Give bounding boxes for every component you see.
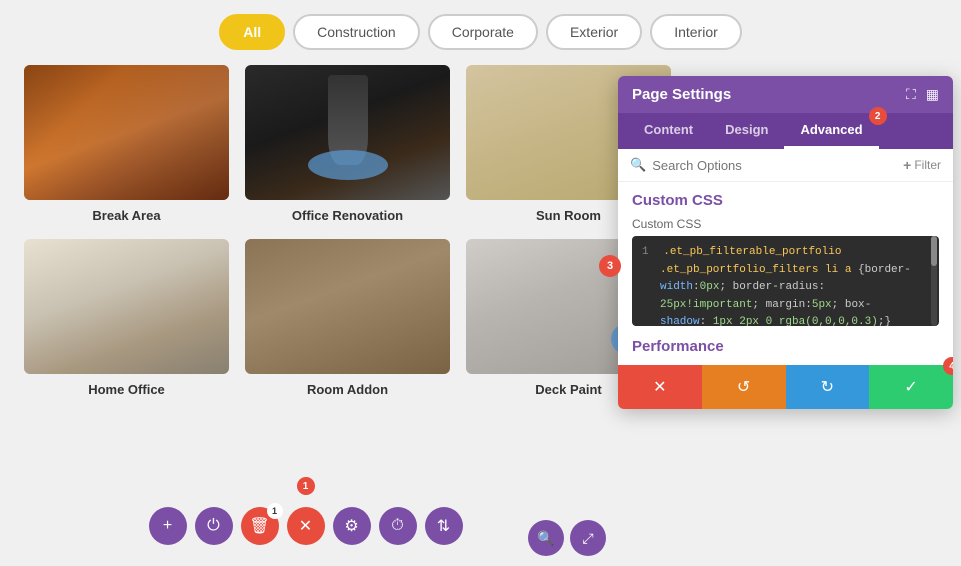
panel-content: Custom CSS Custom CSS 1 .et_pb_filterabl… <box>618 182 953 365</box>
filter-tabs: All Construction Corporate Exterior Inte… <box>0 0 961 60</box>
portfolio-label-break-area: Break Area <box>92 208 160 223</box>
performance-section-title: Performance <box>632 338 939 355</box>
tab-advanced[interactable]: Advanced 2 <box>784 113 878 149</box>
line-number: 1 <box>642 246 649 258</box>
portfolio-img-break-area <box>24 65 229 200</box>
scrollbar[interactable] <box>931 236 937 326</box>
portfolio-item-room-addon[interactable]: Room Addon <box>245 239 450 397</box>
custom-css-section-title: Custom CSS <box>632 192 939 209</box>
trash-button[interactable]: 🗑 1 <box>241 507 279 545</box>
tab-construction[interactable]: Construction <box>293 14 420 50</box>
filter-button[interactable]: + Filter <box>903 157 941 173</box>
tab-interior[interactable]: Interior <box>650 14 742 50</box>
search-input[interactable] <box>652 158 897 173</box>
portfolio-img-office-renovation <box>245 65 450 200</box>
portfolio-item-break-area[interactable]: Break Area <box>24 65 229 223</box>
clock-button[interactable]: ⏱ <box>379 507 417 545</box>
add-button[interactable]: + <box>149 507 187 545</box>
portfolio-img-room-addon <box>245 239 450 374</box>
bottom-toolbar: + ⏻ 🗑 1 ✕ 1 ⚙ ⏱ ⇅ <box>0 496 611 556</box>
portfolio-label-room-addon: Room Addon <box>307 382 388 397</box>
search-icon: 🔍 <box>630 157 646 173</box>
portfolio-item-home-office[interactable]: Home Office <box>24 239 229 397</box>
portfolio-label-office-renovation: Office Renovation <box>292 208 403 223</box>
tab-content[interactable]: Content <box>628 113 709 149</box>
panel-tabs: Content Design Advanced 2 <box>618 113 953 149</box>
portfolio-item-office-renovation[interactable]: Office Renovation <box>245 65 450 223</box>
step3-badge: 3 <box>599 255 621 277</box>
portfolio-label-home-office: Home Office <box>88 382 165 397</box>
css-editor[interactable]: 1 .et_pb_filterable_portfolio .et_pb_por… <box>632 236 939 326</box>
panel-header: Page Settings ⛶ ▦ <box>618 76 953 113</box>
panel-search: 🔍 + Filter <box>618 149 953 182</box>
save-badge: 4 <box>943 357 953 375</box>
css-field-label: Custom CSS <box>632 217 939 231</box>
save-button[interactable]: ✓ 4 <box>869 365 953 409</box>
expand-corner-button[interactable]: ⤢ <box>570 520 606 556</box>
columns-icon[interactable]: ▦ <box>926 86 939 103</box>
close-button[interactable]: ✕ 1 <box>287 507 325 545</box>
trash-count: 1 <box>267 503 283 519</box>
cancel-button[interactable]: ✕ <box>618 365 702 409</box>
panel-action-bar: ✕ ↺ ↻ ✓ 4 <box>618 365 953 409</box>
filter-plus-icon: + <box>903 157 911 173</box>
settings-button[interactable]: ⚙ <box>333 507 371 545</box>
tab-all[interactable]: All <box>219 14 285 50</box>
step1-badge: 1 <box>297 477 315 495</box>
panel-title: Page Settings <box>632 86 731 103</box>
fullscreen-icon[interactable]: ⛶ <box>906 86 916 103</box>
css-class-name: .et_pb_filterable_portfolio <box>663 246 841 258</box>
sliders-button[interactable]: ⇅ <box>425 507 463 545</box>
tab-corporate[interactable]: Corporate <box>428 14 538 50</box>
tab-exterior[interactable]: Exterior <box>546 14 642 50</box>
power-button[interactable]: ⏻ <box>195 507 233 545</box>
portfolio-label-sun-room: Sun Room <box>536 208 601 223</box>
panel-header-icons: ⛶ ▦ <box>906 86 939 103</box>
scrollbar-thumb <box>931 236 937 266</box>
redo-button[interactable]: ↻ <box>786 365 870 409</box>
portfolio-img-home-office <box>24 239 229 374</box>
search-corner-button[interactable]: 🔍 <box>528 520 564 556</box>
portfolio-label-deck-paint: Deck Paint <box>535 382 601 397</box>
filter-label: Filter <box>914 158 941 172</box>
tab-design[interactable]: Design <box>709 113 784 149</box>
undo-button[interactable]: ↺ <box>702 365 786 409</box>
css-property-shadow: shadow <box>660 316 700 326</box>
css-class-name-2: .et_pb_portfolio_filters li a <box>660 264 858 276</box>
advanced-badge: 2 <box>869 107 887 125</box>
css-property-width: width <box>660 281 693 293</box>
right-corner-buttons: 🔍 ⤢ <box>528 520 606 556</box>
page-settings-panel: Page Settings ⛶ ▦ Content Design Advance… <box>618 76 953 409</box>
